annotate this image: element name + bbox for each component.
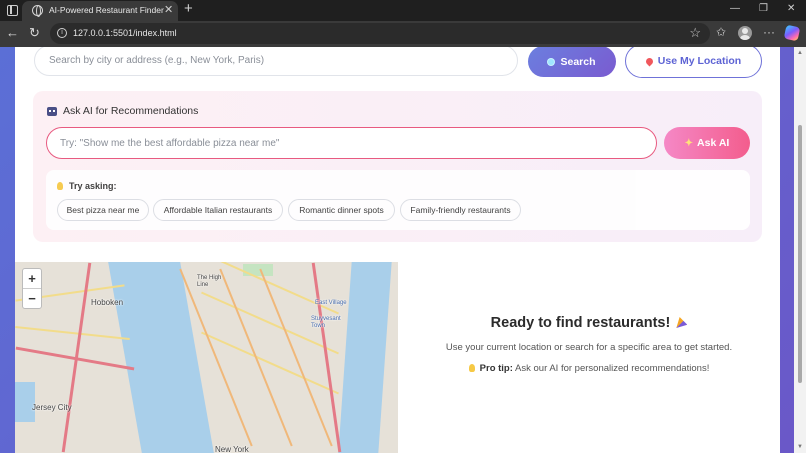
window-close-icon[interactable]: ✕: [787, 3, 795, 14]
tab-title: AI-Powered Restaurant Finder: [49, 5, 164, 15]
map-label-stuyvesant-town: Stuyvesant Town: [311, 316, 341, 329]
suggestions-heading: Try asking:: [57, 181, 117, 191]
dot-icon: [548, 58, 555, 65]
map-label-new-york: New York: [215, 445, 249, 453]
pro-tip-text: Ask our AI for personalized recommendati…: [512, 363, 710, 374]
suggestions-box: Try asking: Best pizza near me Affordabl…: [46, 170, 750, 230]
new-tab-icon[interactable]: +: [184, 0, 193, 17]
page-viewport: Search Use My Location Ask AI for Recomm…: [0, 47, 794, 453]
search-button[interactable]: Search: [528, 47, 616, 77]
minimize-icon[interactable]: —: [730, 3, 740, 14]
site-info-icon[interactable]: i: [57, 28, 67, 38]
ask-ai-label: Ask AI: [697, 137, 730, 149]
ask-ai-button[interactable]: ✦ Ask AI: [664, 127, 750, 159]
pro-tip: Pro tip: Ask our AI for personalized rec…: [398, 363, 780, 374]
profile-avatar[interactable]: [738, 26, 752, 40]
zoom-in-button[interactable]: +: [23, 269, 41, 288]
bay-water: [15, 382, 35, 422]
map-label-high-line: The High Line: [197, 275, 222, 288]
ready-subtitle: Use your current location or search for …: [445, 342, 733, 353]
back-icon[interactable]: ←: [6, 25, 19, 40]
try-asking-label: Try asking:: [69, 181, 117, 191]
tab-actions-icon[interactable]: [7, 5, 18, 16]
browser-titlebar: AI-Powered Restaurant Finder ✕ + — ❐ ✕: [0, 0, 806, 21]
address-bar[interactable]: i 127.0.0.1:5501/index.html ☆: [50, 23, 710, 44]
suggestion-chip[interactable]: Romantic dinner spots: [288, 199, 395, 221]
use-my-location-button[interactable]: Use My Location: [625, 47, 762, 78]
sparkle-icon: ✦: [684, 137, 694, 149]
suggestion-chip[interactable]: Family-friendly restaurants: [400, 199, 521, 221]
ready-title-text: Ready to find restaurants!: [490, 315, 671, 331]
pro-tip-label: Pro tip:: [479, 363, 513, 374]
map-label-east-village: East Village: [315, 300, 347, 306]
favorite-star-icon[interactable]: ☆: [689, 25, 701, 41]
page-scrollbar[interactable]: ▲ ▼: [794, 47, 806, 453]
map-label-jersey-city: Jersey City: [32, 403, 72, 412]
scroll-up-arrow-icon[interactable]: ▲: [797, 50, 803, 56]
globe-icon: [32, 5, 43, 17]
tab-close-icon[interactable]: ✕: [164, 3, 173, 16]
ready-title: Ready to find restaurants!: [398, 315, 780, 331]
restore-icon[interactable]: ❐: [759, 3, 768, 14]
ai-heading: Ask AI for Recommendations: [47, 105, 198, 117]
bulb-icon: [57, 182, 63, 190]
zoom-control: + −: [22, 268, 42, 309]
zoom-out-button[interactable]: −: [23, 288, 41, 307]
browser-tab[interactable]: AI-Powered Restaurant Finder ✕: [22, 1, 178, 21]
search-input[interactable]: [34, 47, 518, 76]
browser-toolbar: ← ↻ i 127.0.0.1:5501/index.html ☆ ✩ ···: [0, 21, 806, 47]
suggestion-chip[interactable]: Best pizza near me: [57, 199, 149, 221]
scroll-down-arrow-icon[interactable]: ▼: [797, 444, 803, 450]
scrollbar-thumb[interactable]: [798, 125, 802, 383]
ai-heading-text: Ask AI for Recommendations: [63, 105, 199, 117]
search-button-label: Search: [560, 55, 596, 68]
pin-icon: [644, 56, 655, 66]
party-popper-icon: [676, 317, 688, 328]
robot-icon: [47, 106, 57, 116]
favorites-icon[interactable]: ✩: [716, 25, 726, 39]
url-text: 127.0.0.1:5501/index.html: [73, 28, 177, 38]
map-view[interactable]: Hoboken The High Line East Village Stuyv…: [15, 262, 398, 453]
copilot-icon[interactable]: [783, 24, 801, 42]
results-panel: Ready to find restaurants! Use your curr…: [398, 262, 780, 453]
ai-query-input[interactable]: [46, 127, 657, 159]
reload-icon[interactable]: ↻: [29, 25, 40, 41]
ai-recommendations-panel: Ask AI for Recommendations ✦ Ask AI Try …: [33, 91, 762, 242]
location-button-label: Use My Location: [657, 55, 742, 67]
bulb-icon: [468, 364, 475, 372]
more-menu-icon[interactable]: ···: [763, 25, 775, 39]
search-card: Search Use My Location Ask AI for Recomm…: [15, 47, 780, 262]
map-label-hoboken: Hoboken: [91, 298, 124, 307]
suggestion-chip[interactable]: Affordable Italian restaurants: [153, 199, 283, 221]
